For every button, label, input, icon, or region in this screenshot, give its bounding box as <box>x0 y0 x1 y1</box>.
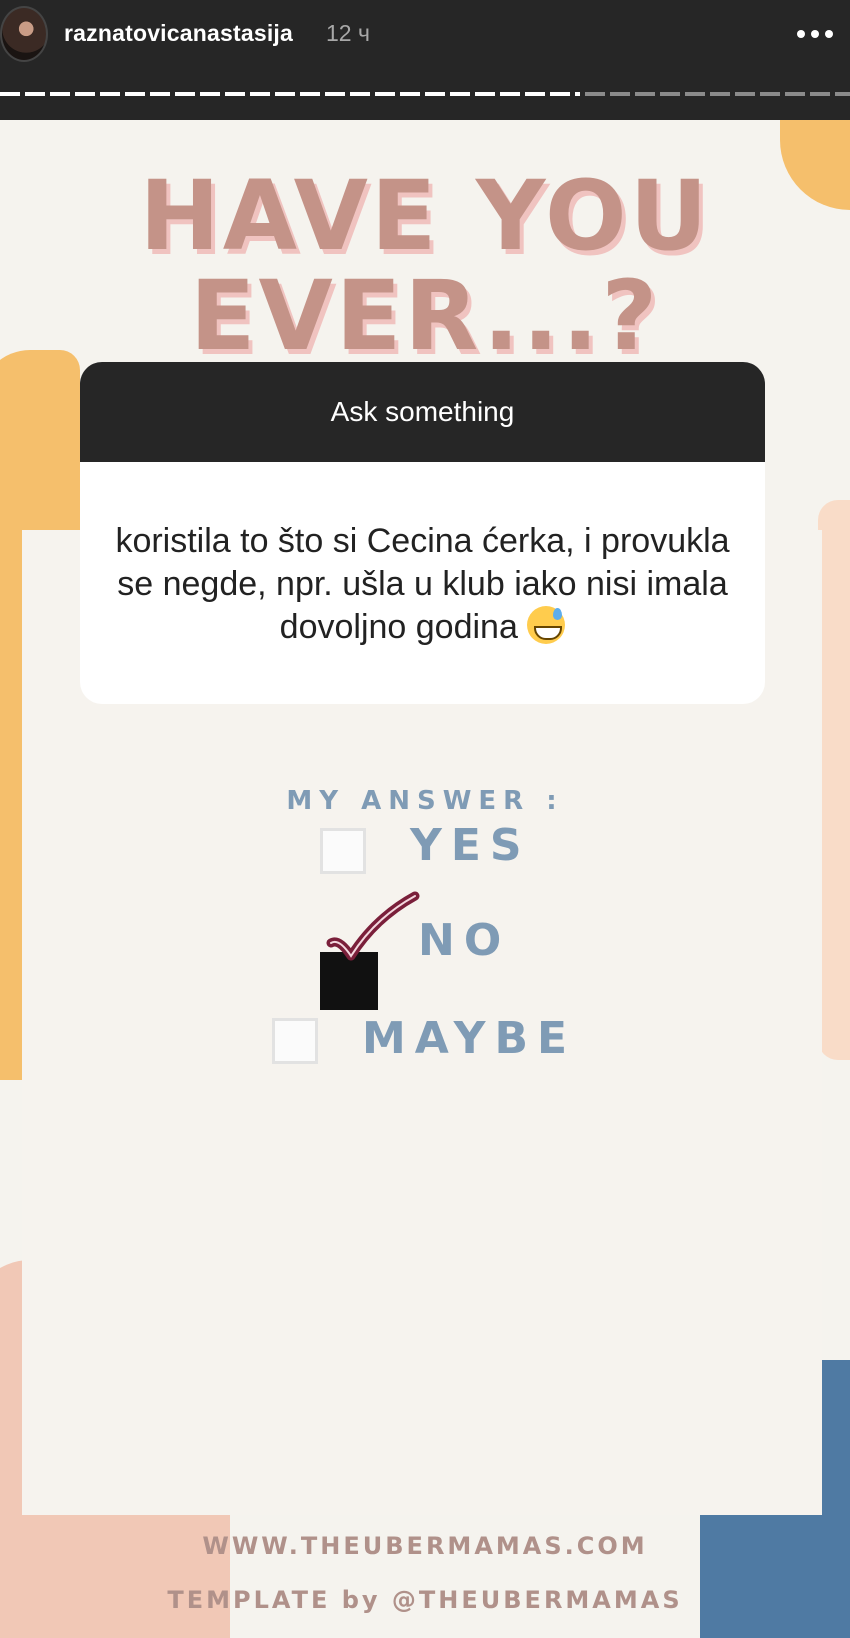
decor-shape <box>818 500 850 1060</box>
answer-label: MY ANSWER : <box>286 786 564 816</box>
template-title: HAVE YOU <box>139 160 711 272</box>
post-time: 12 ч <box>326 20 370 46</box>
grinning-sweat-emoji-icon <box>527 606 566 644</box>
username[interactable]: raznatovicanastasija <box>64 20 293 47</box>
checkbox-yes <box>320 828 366 874</box>
decor-shape <box>0 960 24 1080</box>
option-yes: YES <box>410 820 531 871</box>
progress-watched <box>0 92 580 96</box>
progress-remaining <box>585 92 850 96</box>
story-content[interactable]: HAVE YOU EVER...? Ask something koristil… <box>0 120 850 1638</box>
question-sticker[interactable]: Ask something koristila to što si Cecina… <box>80 362 765 704</box>
story-progress-bar <box>0 92 850 98</box>
more-options-icon[interactable] <box>790 14 840 54</box>
checkmark-icon <box>326 891 420 961</box>
option-maybe: MAYBE <box>362 1013 577 1064</box>
sticker-header: Ask something <box>80 362 765 462</box>
user-avatar[interactable] <box>0 6 48 62</box>
option-no: NO <box>418 915 511 966</box>
footer-credit: TEMPLATE by @THEUBERMAMAS <box>167 1586 683 1614</box>
question-text: koristila to što si Cecina ćerka, i prov… <box>115 522 730 646</box>
footer-url: WWW.THEUBERMAMAS.COM <box>202 1532 648 1560</box>
story-header: raznatovicanastasija 12 ч <box>0 0 850 120</box>
template-title: EVER...? <box>189 260 661 372</box>
sticker-question: koristila to što si Cecina ćerka, i prov… <box>80 462 765 649</box>
checkbox-maybe <box>272 1018 318 1064</box>
